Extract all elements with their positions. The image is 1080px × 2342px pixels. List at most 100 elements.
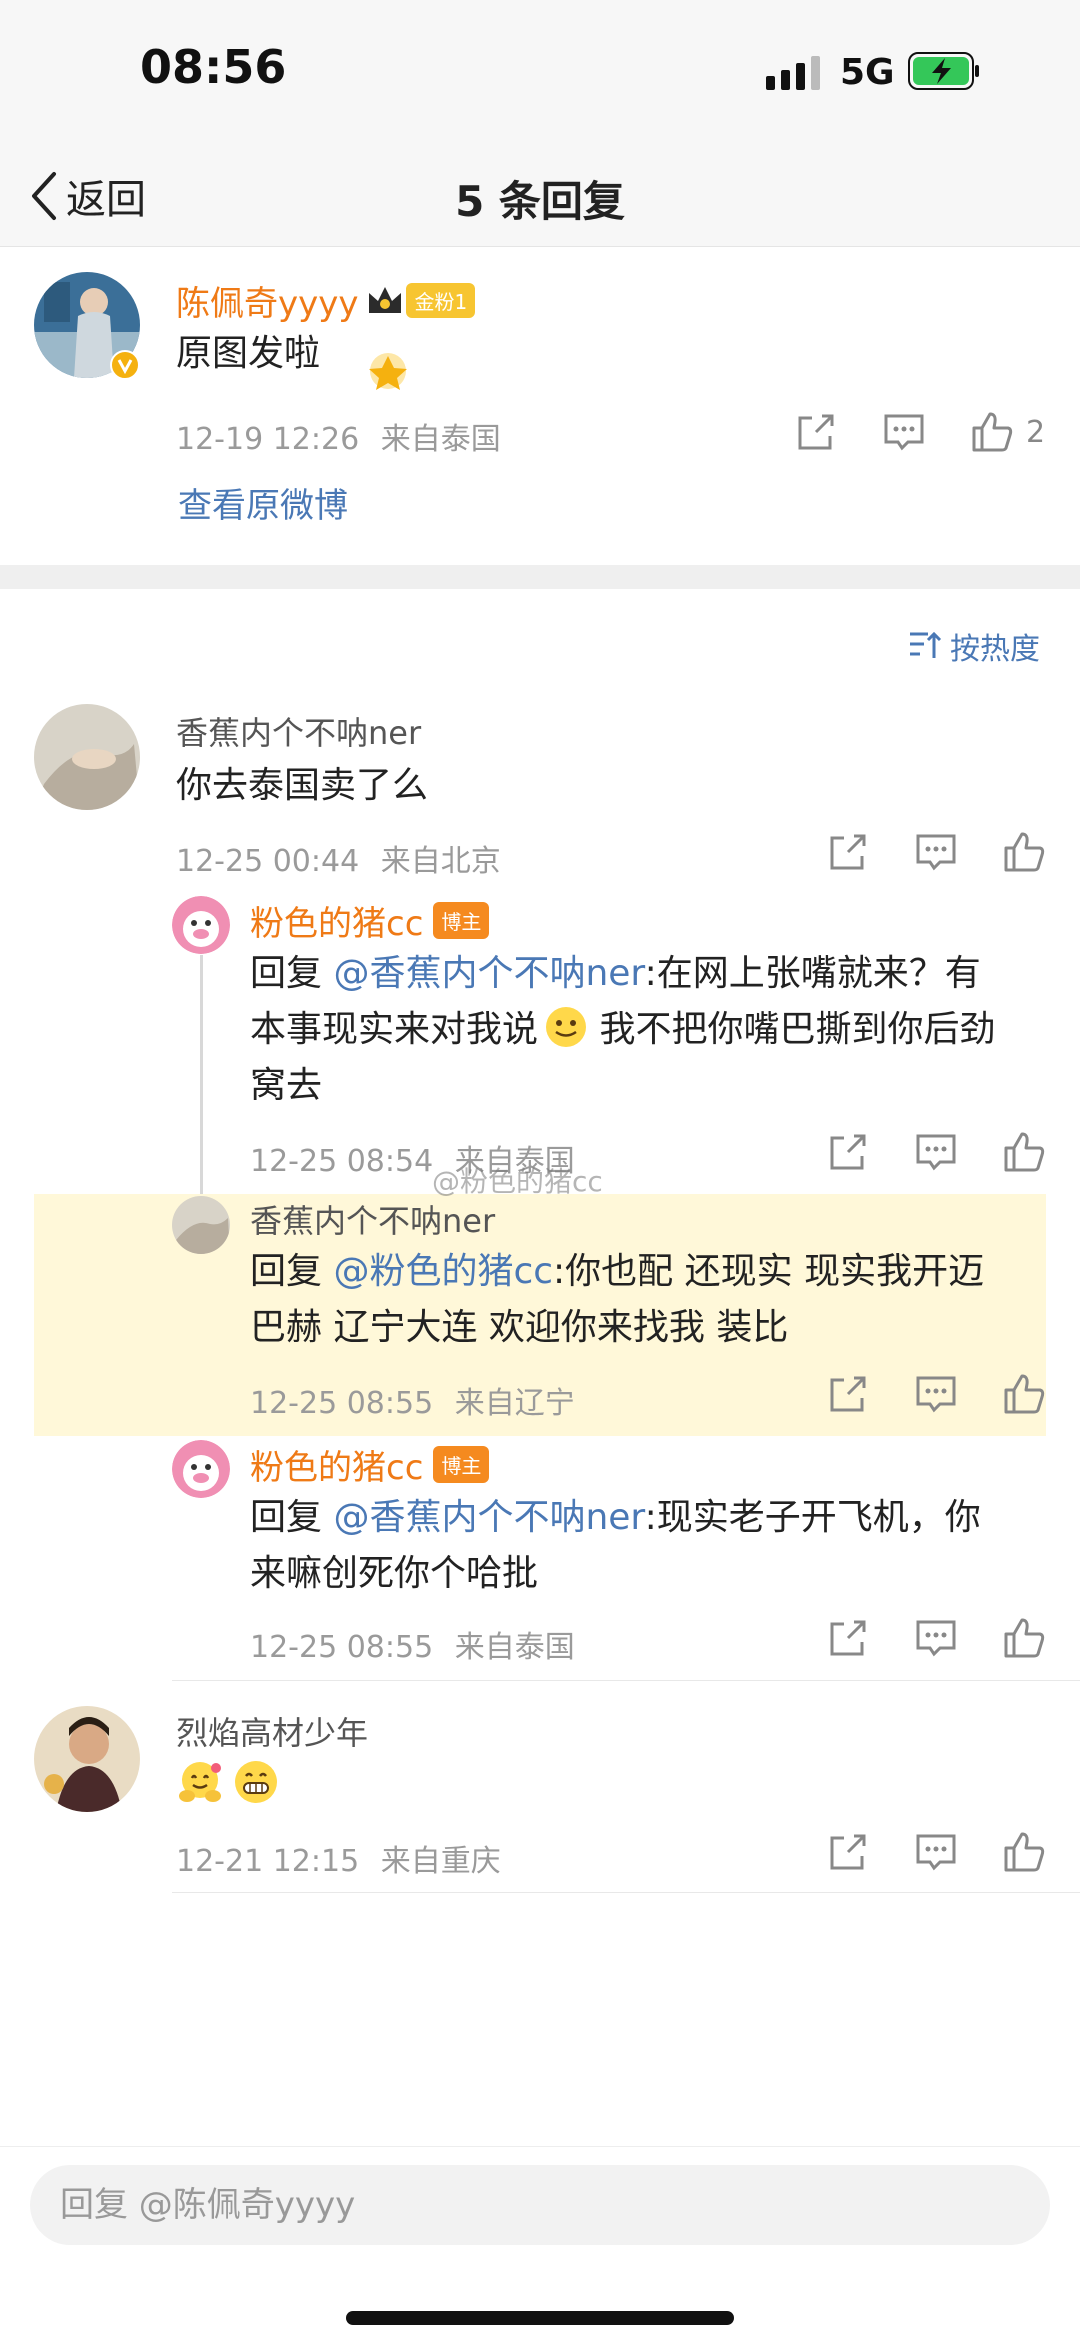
like-icon[interactable]	[1000, 1614, 1048, 1662]
mention-link[interactable]: @粉色的猪cc	[333, 1251, 553, 1292]
comment-text: 原图发啦	[176, 333, 321, 374]
mention-link[interactable]: @香蕉内个不呐ner	[333, 1497, 644, 1538]
blogger-badge: 博主	[433, 1446, 490, 1483]
status-bar: 08:56 5G	[0, 0, 1080, 150]
status-time: 08:56	[140, 40, 287, 94]
avatar[interactable]	[172, 896, 230, 954]
view-original-link[interactable]: 查看原微博	[178, 478, 348, 527]
fan-badge: 金粉1	[406, 283, 476, 318]
pig-avatar-image	[172, 896, 230, 954]
reply-text-line: :在网上张嘴就来？有	[644, 953, 981, 994]
reply-bar	[0, 2146, 1080, 2342]
avatar-image	[34, 704, 140, 810]
pig-avatar-image	[172, 1440, 230, 1498]
reply-text-line: :现实老子开飞机，你	[644, 1497, 981, 1538]
username-row: 粉色的猪cc 博主	[250, 896, 490, 945]
gold-star-badge-icon	[369, 353, 407, 390]
reply-time: 12-25 08:55	[250, 1630, 434, 1665]
sort-label: 按热度	[950, 632, 1040, 667]
comment-actions	[824, 1828, 1048, 1876]
share-icon[interactable]	[824, 1828, 872, 1876]
reply-text: 回复 @粉色的猪cc:你也配 还现实 现实我开迈 巴赫 辽宁大连 欢迎你来找我 …	[250, 1244, 1040, 1356]
mention-link[interactable]: @香蕉内个不呐ner	[333, 953, 644, 994]
battery-charging-icon	[908, 52, 979, 90]
avatar[interactable]	[172, 1196, 230, 1254]
reply-text-line: :你也配 还现实 现实我开迈	[553, 1251, 985, 1292]
comment-icon[interactable]	[912, 1614, 960, 1662]
comment-icon[interactable]	[912, 1128, 960, 1176]
username[interactable]: 粉色的猪cc	[250, 1440, 423, 1489]
comment-meta: 12-19 12:26 来自泰国	[176, 414, 501, 458]
username[interactable]: 香蕉内个不呐ner	[176, 708, 421, 754]
share-icon[interactable]	[824, 1614, 872, 1662]
username[interactable]: 粉色的猪cc	[250, 896, 423, 945]
comment-icon[interactable]	[912, 1370, 960, 1418]
comment-actions: 2	[792, 408, 1045, 456]
network-type: 5G	[840, 52, 895, 93]
crown-icon	[369, 286, 402, 313]
reply-actions	[824, 1614, 1048, 1662]
username[interactable]: 烈焰高材少年	[176, 1708, 368, 1754]
avatar-image	[172, 1196, 230, 1254]
reply-prefix: 回复	[250, 1497, 334, 1538]
divider	[172, 1680, 1080, 1681]
home-indicator[interactable]	[346, 2311, 734, 2325]
reply-location: 来自泰国	[454, 1630, 575, 1665]
like-count: 2	[1026, 414, 1046, 450]
like-icon[interactable]	[1000, 828, 1048, 876]
avatar[interactable]	[34, 704, 140, 810]
reply-meta: 12-25 08:55 来自泰国	[250, 1622, 575, 1666]
sort-toggle[interactable]: 按热度	[908, 624, 1040, 668]
divider	[172, 1892, 1080, 1893]
share-icon[interactable]	[824, 1370, 872, 1418]
grin-emoji	[235, 1761, 277, 1803]
comment-location: 来自重庆	[380, 1844, 501, 1879]
reply-meta: 12-25 08:55 来自辽宁	[250, 1378, 575, 1422]
sort-icon	[910, 631, 942, 658]
reply-text-line: 巴赫 辽宁大连 欢迎你来找我 装比	[250, 1307, 789, 1348]
share-icon[interactable]	[792, 408, 840, 456]
nav-bar: 返回 5 条回复	[0, 150, 1080, 247]
comment-icon[interactable]	[912, 1828, 960, 1876]
comment-location: 来自北京	[380, 844, 501, 879]
username[interactable]: 陈佩奇yyyy	[176, 276, 358, 325]
reply-text: 回复 @香蕉内个不呐ner:现实老子开飞机，你 来嘛创死你个哈批	[250, 1490, 1040, 1602]
username-row: 陈佩奇yyyy 金粉1	[176, 276, 476, 325]
comment-icon[interactable]	[912, 828, 960, 876]
watermark: @粉色的猪cc	[432, 1165, 603, 1198]
reply-location: 来自辽宁	[454, 1386, 575, 1421]
avatar[interactable]	[172, 1440, 230, 1498]
comment-meta: 12-25 00:44 来自北京	[176, 836, 501, 880]
reply-text-line: 窝去	[250, 1065, 323, 1106]
reply-input[interactable]	[30, 2165, 1050, 2245]
reply-text-line: 我不把你嘴巴撕到你后劲	[588, 1009, 996, 1050]
verified-icon	[110, 350, 140, 380]
reply-time: 12-25 08:55	[250, 1386, 434, 1421]
like-icon[interactable]	[1000, 1370, 1048, 1418]
reply-text-line: 来嘛创死你个哈批	[250, 1553, 539, 1594]
signal-icon	[766, 56, 820, 90]
reply-prefix: 回复	[250, 953, 334, 994]
like-icon[interactable]	[968, 408, 1016, 456]
like-icon[interactable]	[1000, 1128, 1048, 1176]
comment-location: 来自泰国	[380, 422, 501, 457]
smile-emoji	[546, 1007, 587, 1047]
comment-actions	[824, 828, 1048, 876]
avatar[interactable]	[34, 1706, 140, 1812]
comment-time: 12-25 00:44	[176, 844, 360, 879]
comment-time: 12-19 12:26	[176, 422, 360, 457]
hug-emoji	[179, 1762, 221, 1802]
share-icon[interactable]	[824, 1128, 872, 1176]
reply-actions	[824, 1370, 1048, 1418]
comment-text: 你去泰国卖了么	[176, 765, 429, 806]
username[interactable]: 香蕉内个不呐ner	[250, 1196, 495, 1242]
page-title: 5 条回复	[455, 177, 625, 226]
comment-meta: 12-21 12:15 来自重庆	[176, 1836, 501, 1880]
comment-icon[interactable]	[880, 408, 928, 456]
reply-actions	[824, 1128, 1048, 1176]
share-icon[interactable]	[824, 828, 872, 876]
username-row: 粉色的猪cc 博主	[250, 1440, 490, 1489]
reply-text: 回复 @香蕉内个不呐ner:在网上张嘴就来？有 本事现实来对我说 我不把你嘴巴撕…	[250, 946, 1040, 1114]
reply-text-line: 本事现实来对我说	[250, 1009, 539, 1050]
like-icon[interactable]	[1000, 1828, 1048, 1876]
